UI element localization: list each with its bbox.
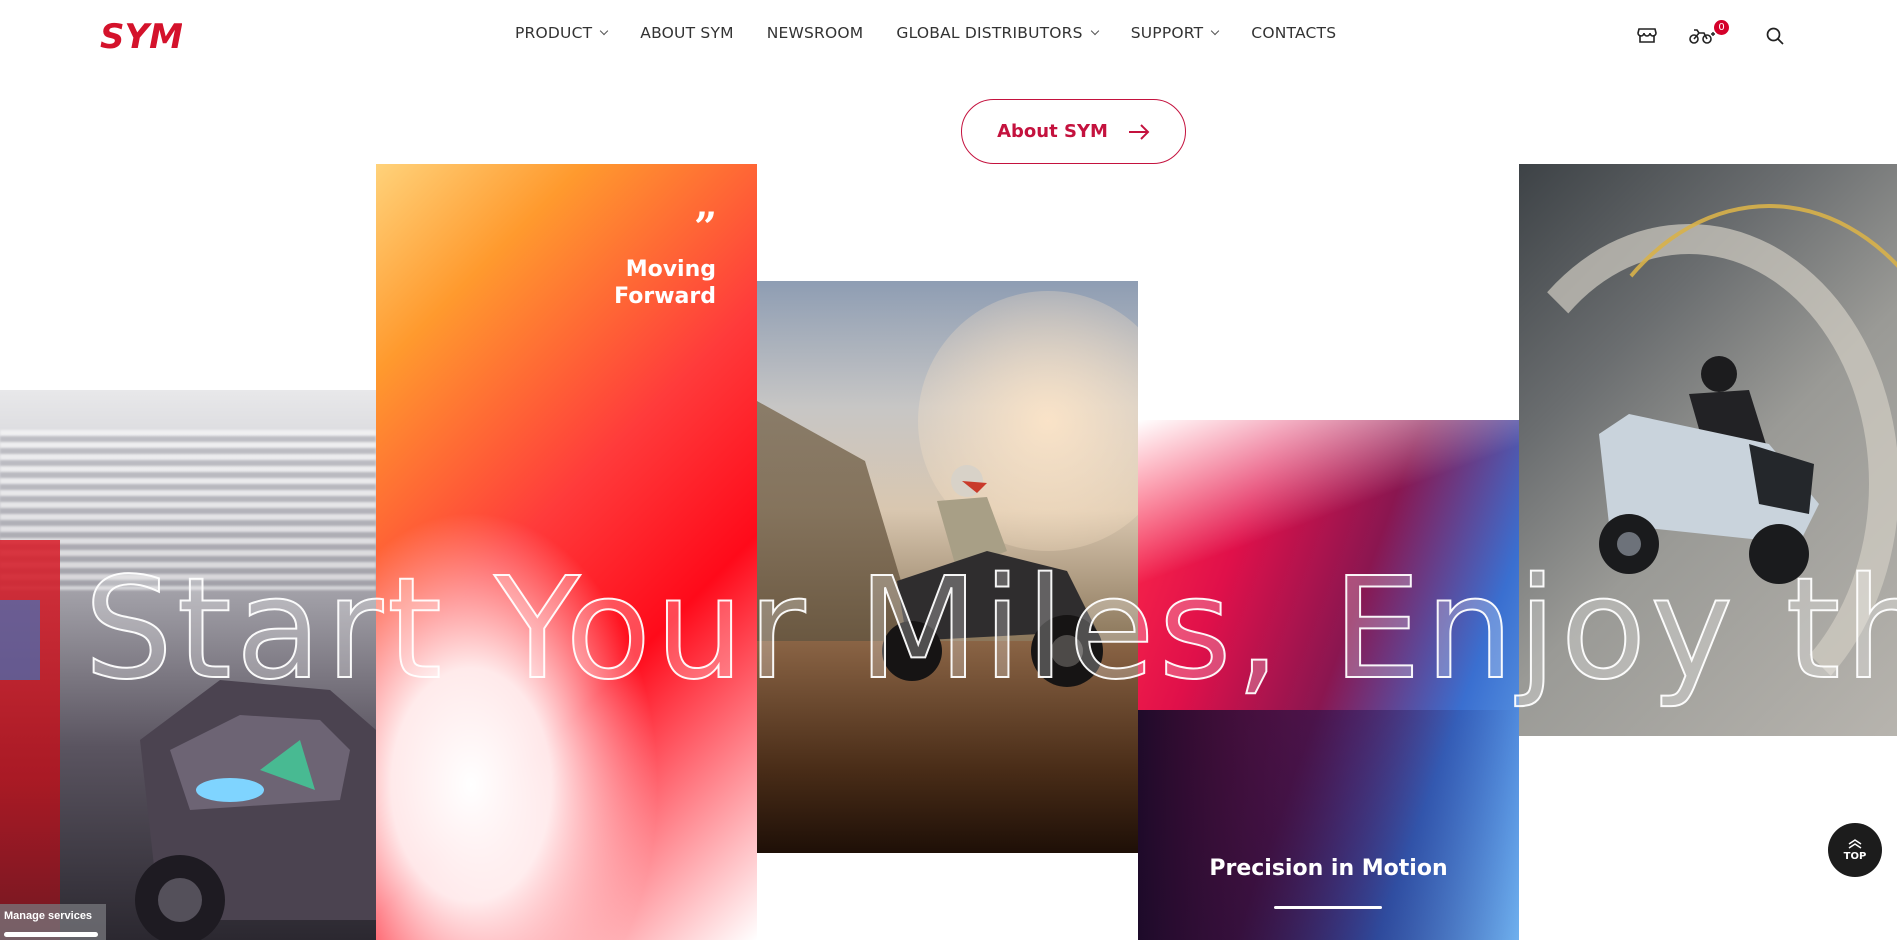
nav-item-product[interactable]: PRODUCT [515, 24, 609, 42]
site-header: SYM PRODUCT ABOUT SYM NEWSROOM GLOBAL DI… [0, 0, 1897, 72]
chevron-down-icon [600, 26, 609, 36]
about-sym-button[interactable]: About SYM [961, 99, 1186, 164]
nav-item-global-distributors[interactable]: GLOBAL DISTRIBUTORS [896, 24, 1099, 42]
chevron-down-icon [1090, 26, 1099, 36]
nav-item-about-sym[interactable]: ABOUT SYM [640, 24, 733, 42]
compare-count-badge: 0 [1714, 20, 1729, 35]
store-icon[interactable] [1636, 24, 1658, 46]
motorcycle-compare-icon[interactable] [1688, 24, 1716, 46]
nav-item-label: GLOBAL DISTRIBUTORS [896, 24, 1083, 42]
manage-services-label: Manage services [4, 910, 93, 922]
back-to-top-button[interactable]: TOP [1828, 823, 1882, 877]
chevron-down-icon [1211, 26, 1220, 36]
chevron-up-icon [1848, 838, 1862, 849]
about-sym-label: About SYM [997, 121, 1108, 142]
sym-logo[interactable]: SYM [98, 14, 182, 56]
nav-item-newsroom[interactable]: NEWSROOM [767, 24, 864, 42]
title-underline [1274, 906, 1382, 909]
nav-item-label: NEWSROOM [766, 24, 864, 42]
nav-item-support[interactable]: SUPPORT [1130, 24, 1220, 42]
top-label: TOP [1843, 850, 1867, 862]
search-icon[interactable] [1764, 25, 1786, 47]
main-nav: PRODUCT ABOUT SYM NEWSROOM GLOBAL DISTRI… [515, 24, 1369, 42]
nav-item-label: ABOUT SYM [640, 24, 734, 42]
hero-slogan: Start Your Miles, Enjoy the [83, 548, 1897, 711]
nav-item-label: PRODUCT [515, 24, 593, 42]
manage-services-button[interactable]: Manage services [0, 904, 106, 940]
blue-blur-strip [0, 600, 40, 680]
precision-title: Precision in Motion [1209, 856, 1448, 881]
quote-line-2: Forward [614, 284, 716, 309]
manage-services-bar [4, 932, 98, 937]
panel-quote: Moving Forward [614, 256, 716, 310]
nav-item-label: CONTACTS [1251, 24, 1337, 42]
quote-line-1: Moving [625, 257, 716, 282]
nav-item-contacts[interactable]: CONTACTS [1251, 24, 1336, 42]
quote-mark: ” [693, 204, 717, 251]
arrow-right-icon [1128, 123, 1150, 140]
nav-item-label: SUPPORT [1130, 24, 1204, 42]
svg-text:SYM: SYM [100, 17, 182, 56]
